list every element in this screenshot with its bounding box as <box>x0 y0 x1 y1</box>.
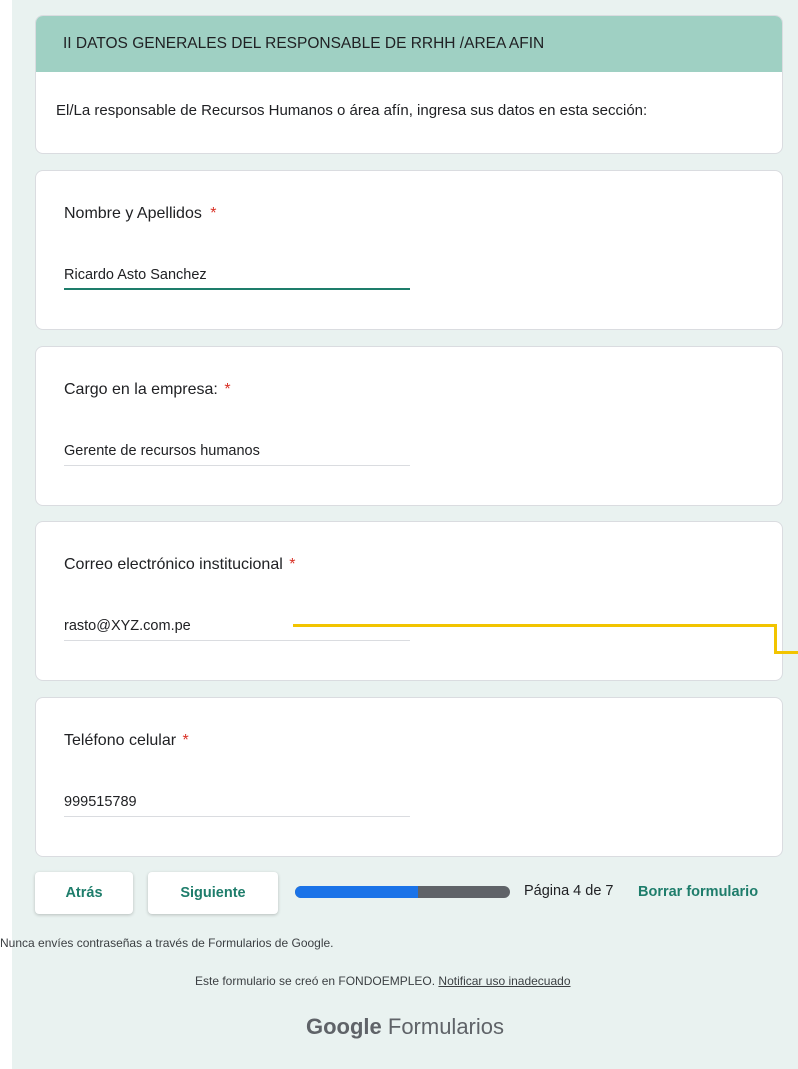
question-label: Correo electrónico institucional <box>64 556 283 573</box>
annotation-connector-line <box>774 651 798 654</box>
progress-bar <box>295 886 510 898</box>
report-abuse-link[interactable]: Notificar uso inadecuado <box>438 974 570 988</box>
clear-form-link[interactable]: Borrar formulario <box>638 884 758 900</box>
back-button[interactable]: Atrás <box>35 872 133 914</box>
email-input[interactable]: rasto@XYZ.com.pe <box>64 618 410 641</box>
footer-created-text: Este formulario se creó en FONDOEMPLEO. <box>195 974 436 988</box>
brand-google-text: Google <box>305 1014 382 1039</box>
password-notice: Nunca envíes contraseñas a través de For… <box>0 936 334 950</box>
required-asterisk: * <box>289 556 296 573</box>
question-label: Nombre y Apellidos <box>64 205 202 222</box>
question-card-position: Cargo en la empresa: * Gerente de recurs… <box>35 346 783 506</box>
required-asterisk: * <box>224 381 231 398</box>
question-card-phone: Teléfono celular * 999515789 <box>35 697 783 857</box>
name-input[interactable]: Ricardo Asto Sanchez <box>64 267 410 290</box>
question-title-name: Nombre y Apellidos * <box>64 205 217 223</box>
brand-product-text: Formularios <box>387 1014 505 1039</box>
progress-bar-fill <box>295 886 418 898</box>
question-label: Cargo en la empresa: <box>64 381 218 398</box>
required-asterisk: * <box>182 732 189 749</box>
google-forms-logo[interactable]: Google Formularios <box>0 1014 798 1040</box>
next-button[interactable]: Siguiente <box>148 872 278 914</box>
position-input[interactable]: Gerente de recursos humanos <box>64 443 410 466</box>
page-indicator: Página 4 de 7 <box>524 883 614 899</box>
question-title-position: Cargo en la empresa: * <box>64 381 231 399</box>
phone-input[interactable]: 999515789 <box>64 794 410 817</box>
required-asterisk: * <box>210 205 217 222</box>
question-card-email: Correo electrónico institucional * rasto… <box>35 521 783 681</box>
question-card-name: Nombre y Apellidos * Ricardo Asto Sanche… <box>35 170 783 330</box>
question-label: Teléfono celular <box>64 732 177 749</box>
section-header: II DATOS GENERALES DEL RESPONSABLE DE RR… <box>36 16 782 72</box>
annotation-connector-line <box>774 624 777 654</box>
question-title-email: Correo electrónico institucional * <box>64 556 295 574</box>
footer-created-line: Este formulario se creó en FONDOEMPLEO. … <box>195 974 571 988</box>
annotation-connector-line <box>293 624 776 627</box>
section-card: II DATOS GENERALES DEL RESPONSABLE DE RR… <box>35 15 783 154</box>
section-description: El/La responsable de Recursos Humanos o … <box>56 102 648 119</box>
question-title-phone: Teléfono celular * <box>64 732 189 750</box>
